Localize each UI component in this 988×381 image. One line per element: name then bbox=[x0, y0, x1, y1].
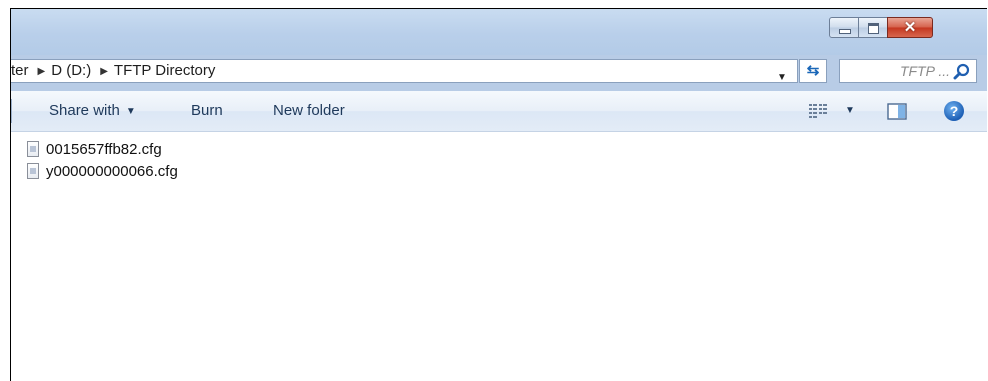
search-icon[interactable] bbox=[953, 63, 971, 81]
breadcrumb-drive-d[interactable]: D (D:) bbox=[51, 60, 91, 82]
close-button[interactable]: ✕ bbox=[887, 17, 933, 38]
address-row: ter ▶ D (D:) ▶ TFTP Directory ▼ ⇆ TFTP ... bbox=[11, 55, 987, 91]
chevron-down-icon: ▼ bbox=[125, 106, 136, 117]
help-icon[interactable]: ? bbox=[944, 101, 964, 121]
share-with-label: Share with bbox=[49, 102, 120, 119]
search-input[interactable]: TFTP ... bbox=[839, 59, 977, 83]
chevron-right-icon[interactable]: ▶ bbox=[38, 61, 46, 83]
refresh-button[interactable]: ⇆ bbox=[799, 59, 827, 83]
chevron-right-icon[interactable]: ▶ bbox=[100, 61, 108, 83]
views-icon[interactable] bbox=[808, 103, 828, 119]
close-icon: ✕ bbox=[903, 19, 917, 36]
minimize-button[interactable] bbox=[829, 17, 859, 38]
views-dropdown-icon[interactable]: ▼ bbox=[845, 105, 855, 116]
address-history-dropdown-icon[interactable]: ▼ bbox=[777, 67, 787, 89]
toolbar-separator bbox=[11, 99, 14, 123]
new-folder-button[interactable]: New folder bbox=[273, 101, 345, 121]
search-placeholder: TFTP ... bbox=[899, 63, 950, 79]
share-with-button[interactable]: Share with ▼ bbox=[49, 101, 136, 122]
address-bar[interactable]: ter ▶ D (D:) ▶ TFTP Directory ▼ bbox=[11, 59, 798, 83]
cfg-file-icon bbox=[27, 141, 39, 157]
file-name: y000000000066.cfg bbox=[46, 163, 178, 180]
cfg-file-icon bbox=[27, 163, 39, 179]
burn-button[interactable]: Burn bbox=[191, 101, 223, 121]
list-item[interactable]: y000000000066.cfg bbox=[27, 161, 178, 183]
title-bar[interactable]: ✕ bbox=[11, 9, 987, 55]
maximize-button[interactable] bbox=[858, 17, 888, 38]
maximize-icon bbox=[868, 23, 879, 34]
minimize-icon bbox=[839, 29, 851, 34]
preview-pane-icon[interactable] bbox=[887, 103, 907, 120]
breadcrumb-tftp-directory[interactable]: TFTP Directory bbox=[114, 60, 215, 82]
command-bar: Share with ▼ Burn New folder ▼ ? bbox=[11, 91, 987, 132]
refresh-icon: ⇆ bbox=[806, 62, 820, 79]
file-name: 0015657ffb82.cfg bbox=[46, 141, 162, 158]
file-list: 0015657ffb82.cfg y000000000066.cfg bbox=[11, 132, 987, 381]
breadcrumb-partial[interactable]: ter bbox=[11, 60, 29, 82]
list-item[interactable]: 0015657ffb82.cfg bbox=[27, 139, 162, 161]
explorer-window: ✕ ter ▶ D (D:) ▶ TFTP Directory ▼ ⇆ TFTP ...… bbox=[10, 8, 987, 381]
